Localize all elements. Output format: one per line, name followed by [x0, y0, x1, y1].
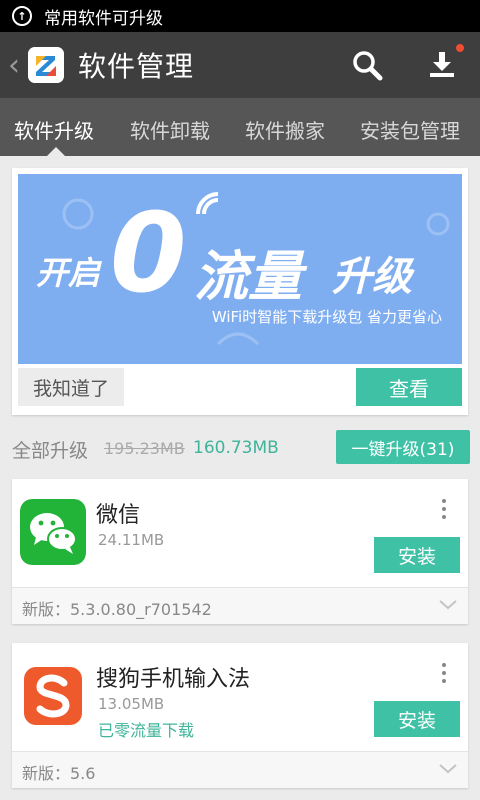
page-title: 软件管理: [78, 50, 195, 83]
tab-software-move[interactable]: 软件搬家: [245, 115, 325, 144]
promo-banner-card: 开启 0 流量 升级 WiFi时智能下载升级包 省力更省心 我知道了 查看: [12, 168, 468, 415]
app-name: 微信: [96, 503, 141, 528]
search-icon[interactable]: [349, 47, 385, 83]
install-button[interactable]: 安装: [374, 701, 460, 737]
upgrade-all-label: 全部升级: [12, 440, 89, 462]
upgrade-icon: ↑: [12, 6, 32, 26]
notification-badge: [456, 44, 464, 52]
app-size: 13.05MB: [98, 695, 165, 713]
tab-package-management[interactable]: 安装包管理: [360, 115, 460, 144]
headline-part-traffic: 流量: [194, 245, 302, 308]
chevron-down-icon[interactable]: [438, 762, 458, 776]
active-tab-indicator: [47, 147, 65, 156]
app-card-wechat[interactable]: 微信 24.11MB 安装 新版：5.3.0.80_r701542: [12, 479, 468, 624]
status-bar: ↑ 常用软件可升级: [0, 0, 480, 32]
more-options-icon[interactable]: [442, 499, 446, 519]
headline-part-upgrade: 升级: [332, 254, 412, 300]
promo-banner-image[interactable]: 开启 0 流量 升级 WiFi时智能下载升级包 省力更省心: [18, 174, 462, 364]
app-logo-icon[interactable]: [28, 47, 64, 83]
new-version-text: 新版：5.6: [22, 764, 96, 783]
app-name: 搜狗手机输入法: [96, 667, 251, 692]
zero-traffic-note: 已零流量下载: [98, 721, 195, 740]
view-button[interactable]: 查看: [356, 368, 462, 406]
tab-software-uninstall[interactable]: 软件卸载: [130, 115, 210, 144]
saved-size: 160.73MB: [193, 438, 279, 458]
promo-subtitle: WiFi时智能下载升级包 省力更省心: [211, 308, 442, 326]
one-click-upgrade-button[interactable]: 一键升级(31): [336, 430, 470, 464]
version-row[interactable]: 新版：5.3.0.80_r701542: [12, 587, 468, 624]
sogou-icon: [20, 663, 86, 729]
dismiss-button[interactable]: 我知道了: [18, 368, 124, 406]
chevron-down-icon[interactable]: [438, 598, 458, 612]
install-button[interactable]: 安装: [374, 537, 460, 573]
action-bar: ‹ 软件管理: [0, 32, 480, 98]
headline-part-open: 开启: [36, 254, 101, 292]
app-size: 24.11MB: [98, 531, 165, 549]
tab-bar: 软件升级 软件卸载 软件搬家 安装包管理: [0, 98, 480, 156]
original-size: 195.23MB: [104, 439, 185, 458]
headline-part-zero: 0: [110, 189, 187, 317]
download-icon[interactable]: [424, 46, 460, 82]
wechat-icon: [20, 499, 86, 565]
more-options-icon[interactable]: [442, 663, 446, 683]
new-version-text: 新版：5.3.0.80_r701542: [22, 600, 212, 619]
app-card-sogou[interactable]: 搜狗手机输入法 13.05MB 已零流量下载 安装 新版：5.6: [12, 643, 468, 788]
back-chevron-icon[interactable]: ‹: [8, 48, 24, 83]
version-row[interactable]: 新版：5.6: [12, 751, 468, 788]
tab-software-upgrade[interactable]: 软件升级: [14, 115, 94, 144]
status-notification-text: 常用软件可升级: [44, 8, 163, 29]
